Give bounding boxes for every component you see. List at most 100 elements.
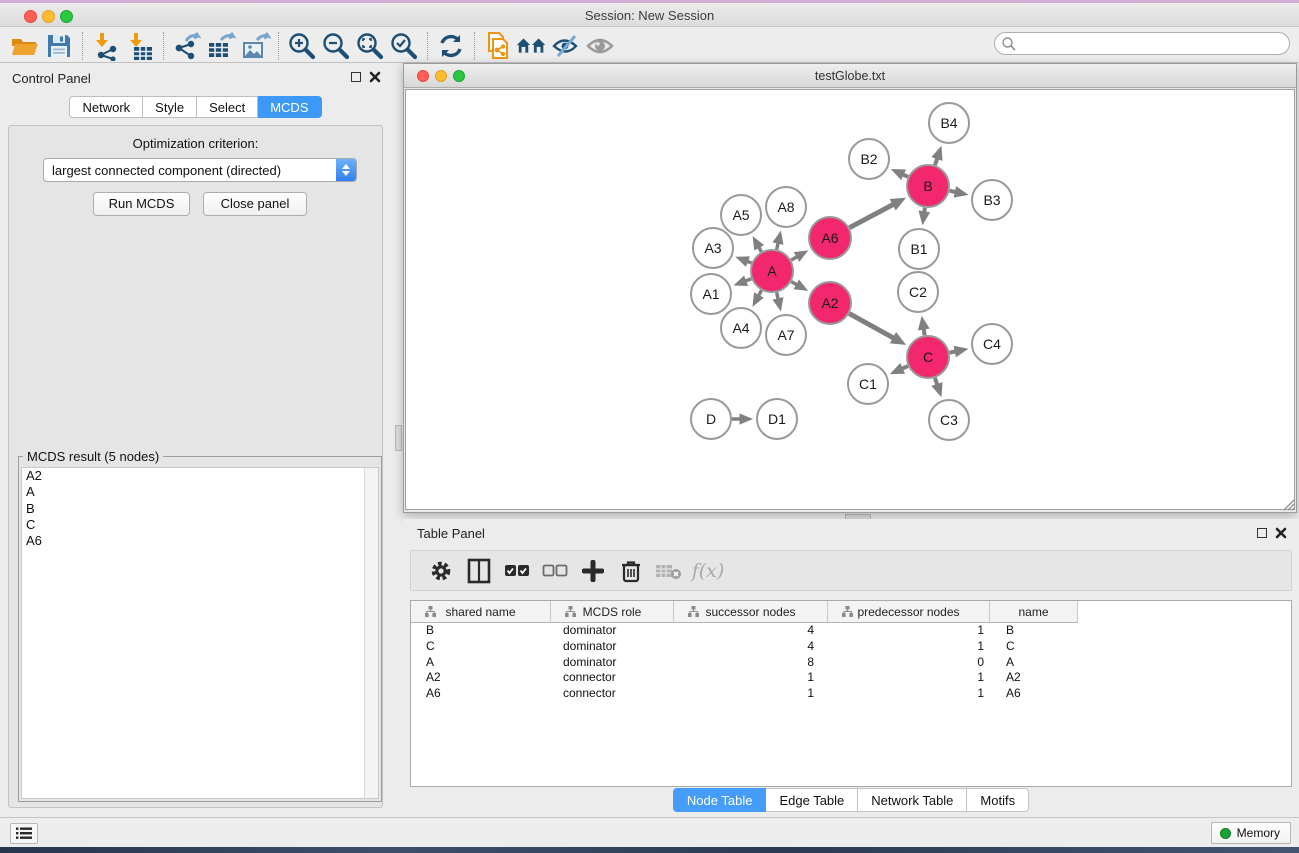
unselect-all-button[interactable] bbox=[539, 556, 571, 586]
table-cell[interactable]: dominator bbox=[551, 655, 674, 671]
zoom-selected-button[interactable] bbox=[387, 31, 421, 61]
resize-grip-icon[interactable] bbox=[1282, 498, 1295, 511]
optimization-criterion-select[interactable]: largest connected component (directed) bbox=[43, 158, 357, 182]
tab-network[interactable]: Network bbox=[69, 96, 143, 118]
table-cell[interactable]: C bbox=[411, 639, 551, 655]
column-header-predecessor-nodes[interactable]: predecessor nodes bbox=[828, 601, 990, 623]
table-row[interactable]: Adominator80A bbox=[411, 655, 1291, 671]
table-cell[interactable]: 1 bbox=[674, 686, 828, 702]
table-cell[interactable]: A6 bbox=[990, 686, 1078, 702]
table-row[interactable]: A6connector11A6 bbox=[411, 686, 1291, 702]
table-cell[interactable]: 1 bbox=[828, 623, 990, 639]
hide-selected-button[interactable] bbox=[549, 31, 583, 61]
table-cell[interactable]: dominator bbox=[551, 639, 674, 655]
search-input[interactable] bbox=[1017, 37, 1289, 51]
task-history-button[interactable] bbox=[10, 823, 38, 844]
tab-motifs[interactable]: Motifs bbox=[967, 788, 1029, 812]
list-item[interactable]: B bbox=[22, 501, 378, 517]
tab-select[interactable]: Select bbox=[197, 96, 258, 118]
export-image-button[interactable] bbox=[238, 31, 272, 61]
network-view-window: testGlobe.txt AA1A2A3A4A5A6A7A8BB1B2B3B4… bbox=[403, 63, 1297, 513]
tab-network-table[interactable]: Network Table bbox=[858, 788, 967, 812]
import-network-button[interactable] bbox=[89, 31, 123, 61]
zoom-fit-button[interactable] bbox=[353, 31, 387, 61]
table-cell[interactable]: 1 bbox=[828, 639, 990, 655]
column-header-successor-nodes[interactable]: successor nodes bbox=[674, 601, 828, 623]
table-cell[interactable]: connector bbox=[551, 670, 674, 686]
export-network-button[interactable] bbox=[170, 31, 204, 61]
close-panel-icon[interactable] bbox=[1275, 527, 1287, 539]
memory-button[interactable]: Memory bbox=[1211, 822, 1291, 844]
delete-table-button[interactable] bbox=[653, 556, 685, 586]
add-row-button[interactable] bbox=[577, 556, 609, 586]
table-cell[interactable]: B bbox=[411, 623, 551, 639]
apply-layout-button[interactable] bbox=[434, 31, 468, 61]
table-cell[interactable]: 1 bbox=[828, 686, 990, 702]
zoom-in-button[interactable] bbox=[285, 31, 319, 61]
vertical-splitter-handle[interactable] bbox=[395, 425, 402, 451]
table-cell[interactable]: A bbox=[411, 655, 551, 671]
table-cell[interactable]: connector bbox=[551, 686, 674, 702]
table-cell[interactable]: C bbox=[990, 639, 1078, 655]
show-columns-button[interactable] bbox=[463, 556, 495, 586]
table-cell[interactable]: dominator bbox=[551, 623, 674, 639]
gear-icon bbox=[429, 559, 453, 583]
function-builder-button[interactable]: f(x) bbox=[691, 556, 723, 586]
desktop-wallpaper-strip bbox=[0, 847, 1299, 853]
new-network-from-selection-button[interactable] bbox=[481, 31, 515, 61]
close-panel-icon[interactable] bbox=[369, 71, 381, 83]
list-item[interactable]: A2 bbox=[22, 468, 378, 484]
column-header-name[interactable]: name bbox=[990, 601, 1078, 623]
table-cell[interactable]: 4 bbox=[674, 623, 828, 639]
graph-node-label: A1 bbox=[702, 286, 719, 302]
table-settings-button[interactable] bbox=[425, 556, 457, 586]
graph-node-label: C3 bbox=[940, 412, 958, 428]
graphics-details-button[interactable] bbox=[583, 31, 617, 61]
list-item[interactable]: A bbox=[22, 484, 378, 500]
node-table-header: shared name MCDS role successor nodes pr… bbox=[411, 601, 1078, 623]
table-row[interactable]: A2connector11A2 bbox=[411, 670, 1291, 686]
network-canvas[interactable]: AA1A2A3A4A5A6A7A8BB1B2B3B4CC1C2C3C4DD1 bbox=[405, 89, 1295, 510]
list-item[interactable]: C bbox=[22, 517, 378, 533]
save-session-button[interactable] bbox=[42, 31, 76, 61]
column-header-shared-name[interactable]: shared name bbox=[411, 601, 551, 623]
table-cell[interactable]: A6 bbox=[411, 686, 551, 702]
table-row[interactable]: Cdominator41C bbox=[411, 639, 1291, 655]
mcds-result-list[interactable]: A2ABCA6 bbox=[21, 467, 379, 799]
table-cell[interactable]: 1 bbox=[828, 670, 990, 686]
tab-mcds[interactable]: MCDS bbox=[258, 96, 321, 118]
first-neighbors-button[interactable] bbox=[515, 31, 549, 61]
graph-node-label: C bbox=[923, 349, 933, 365]
tab-edge-table[interactable]: Edge Table bbox=[766, 788, 858, 812]
close-panel-button[interactable]: Close panel bbox=[203, 192, 307, 216]
table-cell[interactable]: 0 bbox=[828, 655, 990, 671]
column-header-mcds-role[interactable]: MCDS role bbox=[551, 601, 674, 623]
run-mcds-button[interactable]: Run MCDS bbox=[93, 192, 190, 216]
open-session-button[interactable] bbox=[8, 31, 42, 61]
table-cell[interactable]: 1 bbox=[674, 670, 828, 686]
export-table-icon bbox=[205, 31, 237, 61]
float-panel-icon[interactable] bbox=[1257, 528, 1267, 538]
table-cell[interactable]: B bbox=[990, 623, 1078, 639]
tab-node-table[interactable]: Node Table bbox=[673, 788, 767, 812]
list-item[interactable]: A6 bbox=[22, 533, 378, 549]
table-panel-title: Table Panel bbox=[417, 526, 485, 541]
table-cell[interactable]: A2 bbox=[411, 670, 551, 686]
result-list-scrollbar[interactable] bbox=[364, 468, 378, 798]
graph-edge[interactable] bbox=[849, 314, 894, 339]
import-table-button[interactable] bbox=[123, 31, 157, 61]
float-panel-icon[interactable] bbox=[351, 72, 361, 82]
table-row[interactable]: Bdominator41B bbox=[411, 623, 1291, 639]
tab-style[interactable]: Style bbox=[143, 96, 197, 118]
select-all-button[interactable] bbox=[501, 556, 533, 586]
graph-edge[interactable] bbox=[849, 204, 894, 228]
delete-rows-button[interactable] bbox=[615, 556, 647, 586]
export-table-button[interactable] bbox=[204, 31, 238, 61]
table-cell[interactable]: A2 bbox=[990, 670, 1078, 686]
network-window-titlebar[interactable]: testGlobe.txt bbox=[404, 64, 1296, 88]
node-table[interactable]: shared name MCDS role successor nodes pr… bbox=[410, 600, 1292, 787]
table-cell[interactable]: A bbox=[990, 655, 1078, 671]
zoom-out-button[interactable] bbox=[319, 31, 353, 61]
table-cell[interactable]: 4 bbox=[674, 639, 828, 655]
table-cell[interactable]: 8 bbox=[674, 655, 828, 671]
